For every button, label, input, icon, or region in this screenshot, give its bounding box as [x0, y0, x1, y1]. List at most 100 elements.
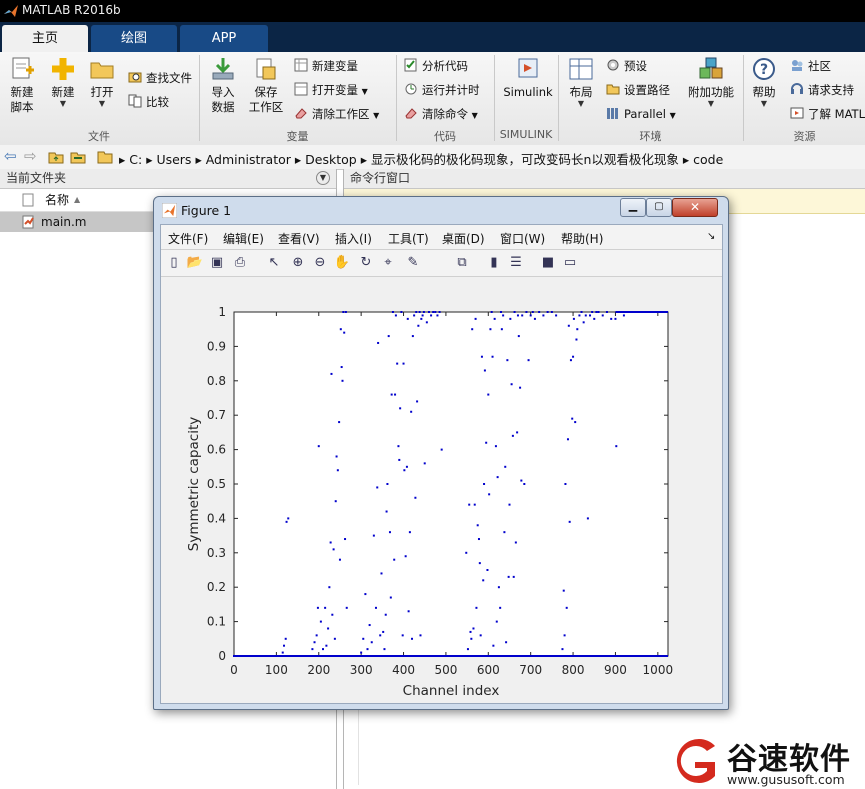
compare-button[interactable]: 比较: [128, 92, 169, 112]
brush-icon[interactable]: ✎: [404, 254, 422, 272]
data-point: [567, 324, 570, 327]
browse-folder-icon[interactable]: [70, 149, 86, 165]
menu-desktop[interactable]: 桌面(D): [442, 230, 485, 247]
open-variable-button[interactable]: 打开变量 ▼: [294, 80, 368, 100]
data-point: [382, 630, 385, 633]
new-button[interactable]: 新建 ▼: [45, 56, 81, 108]
menu-insert[interactable]: 插入(I): [335, 230, 372, 247]
colorbar-icon[interactable]: ▮: [485, 254, 503, 272]
new-figure-icon[interactable]: ▯: [165, 254, 183, 272]
forward-arrow-icon[interactable]: ⇨: [24, 147, 37, 165]
breadcrumb-item[interactable]: code: [693, 152, 723, 167]
data-point: [608, 655, 611, 657]
breadcrumb-item[interactable]: C:: [129, 152, 142, 167]
new-variable-button[interactable]: 新建变量: [294, 56, 358, 76]
pointer-icon[interactable]: ↖: [265, 254, 283, 272]
open-file-icon[interactable]: 📂: [186, 254, 204, 272]
layout-button[interactable]: 布局 ▼: [564, 56, 598, 108]
data-point: [487, 655, 490, 657]
figure-window: Figure 1 ▁ ▢ ✕ 文件(F) 编辑(E) 查看(V) 插入(I) 工…: [153, 196, 729, 710]
menu-edit[interactable]: 编辑(E): [223, 230, 264, 247]
community-button[interactable]: 社区: [790, 56, 831, 76]
breadcrumb-item[interactable]: Administrator: [206, 152, 291, 167]
data-point: [368, 624, 371, 627]
breadcrumb-item[interactable]: 显示极化码的极化码现象，可改变码长n以观看极化现象: [371, 152, 679, 167]
menu-view[interactable]: 查看(V): [278, 230, 320, 247]
data-point: [402, 362, 405, 365]
link-plot-icon[interactable]: ⧉: [453, 254, 471, 272]
data-point: [497, 586, 500, 589]
rotate-icon[interactable]: ↻: [357, 254, 375, 272]
zoom-in-icon[interactable]: ⊕: [289, 254, 307, 272]
column-header-name[interactable]: 名称: [45, 189, 69, 211]
data-point: [661, 311, 664, 313]
data-point: [566, 438, 569, 441]
figure-menu-bar: 文件(F) 编辑(E) 查看(V) 插入(I) 工具(T) 桌面(D) 窗口(W…: [161, 225, 722, 250]
up-folder-icon[interactable]: [48, 149, 64, 165]
data-point: [569, 655, 572, 657]
request-support-button[interactable]: 请求支持: [790, 80, 854, 100]
learn-matlab-button[interactable]: 了解 MATL: [790, 104, 865, 124]
run-and-time-button[interactable]: 运行并计时: [404, 80, 480, 100]
parallel-button[interactable]: Parallel ▼: [606, 104, 676, 124]
breadcrumb-item[interactable]: Desktop: [305, 152, 357, 167]
data-point: [394, 393, 397, 396]
new-script-button[interactable]: 新建 脚本: [4, 56, 40, 115]
data-point: [531, 311, 534, 313]
y-tick-label: 0.4: [207, 511, 226, 525]
data-point: [474, 317, 477, 320]
preferences-button[interactable]: 预设: [606, 56, 647, 76]
data-point: [601, 314, 604, 317]
minimize-button[interactable]: ▁: [620, 198, 646, 217]
data-point: [239, 655, 242, 657]
zoom-out-icon[interactable]: ⊖: [311, 254, 329, 272]
menu-window[interactable]: 窗口(W): [500, 230, 545, 247]
clear-workspace-button[interactable]: 清除工作区 ▼: [294, 104, 379, 124]
data-point: [341, 379, 344, 382]
set-path-button[interactable]: 设置路径: [606, 80, 670, 100]
help-button[interactable]: ? 帮助 ▼: [748, 56, 780, 108]
data-point: [477, 538, 480, 541]
plot-area[interactable]: [233, 311, 669, 657]
data-point: [538, 311, 541, 313]
menu-file[interactable]: 文件(F): [168, 230, 208, 247]
compare-label: 比较: [146, 95, 169, 109]
data-point: [376, 486, 379, 489]
breadcrumb-separator: ▸: [146, 152, 157, 167]
tab-apps[interactable]: APP: [180, 25, 268, 52]
pan-icon[interactable]: ✋: [333, 254, 351, 272]
data-point: [328, 655, 331, 657]
breadcrumb-item[interactable]: Users: [156, 152, 191, 167]
show-plot-tools-icon[interactable]: ▭: [561, 254, 579, 272]
back-arrow-icon[interactable]: ⇦: [4, 147, 17, 165]
analyze-code-button[interactable]: 分析代码: [404, 56, 468, 76]
legend-icon[interactable]: ☰: [507, 254, 525, 272]
close-button[interactable]: ✕: [672, 198, 718, 217]
save-icon[interactable]: ▣: [208, 254, 226, 272]
print-icon[interactable]: ⎙: [231, 254, 249, 272]
open-variable-icon: [294, 82, 308, 96]
data-point: [423, 655, 426, 657]
chevron-down-icon: ▼: [59, 99, 67, 108]
import-data-button[interactable]: 导入 数据: [204, 56, 242, 115]
panel-actions-icon[interactable]: ▼: [316, 171, 330, 185]
data-point: [390, 393, 393, 396]
addons-button[interactable]: 附加功能 ▼: [686, 56, 736, 108]
clear-commands-button[interactable]: 清除命令 ▼: [404, 104, 478, 124]
data-point: [317, 445, 320, 448]
data-cursor-icon[interactable]: ⌖: [379, 254, 397, 272]
menu-tools[interactable]: 工具(T): [388, 230, 429, 247]
tab-plots[interactable]: 绘图: [91, 25, 177, 52]
save-workspace-button[interactable]: 保存 工作区: [246, 56, 286, 115]
open-button[interactable]: 打开 ▼: [86, 56, 118, 108]
group-label-resources: 资源: [793, 130, 816, 143]
simulink-button[interactable]: Simulink: [500, 56, 556, 100]
tab-home[interactable]: 主页: [2, 25, 88, 52]
maximize-button[interactable]: ▢: [646, 198, 672, 217]
data-point: [525, 655, 528, 657]
hide-plot-tools-icon[interactable]: ■: [539, 254, 557, 272]
data-point: [432, 311, 435, 313]
menu-help[interactable]: 帮助(H): [561, 230, 603, 247]
dock-arrow-icon[interactable]: ↘: [707, 231, 715, 242]
find-files-button[interactable]: 查找文件: [128, 68, 192, 88]
